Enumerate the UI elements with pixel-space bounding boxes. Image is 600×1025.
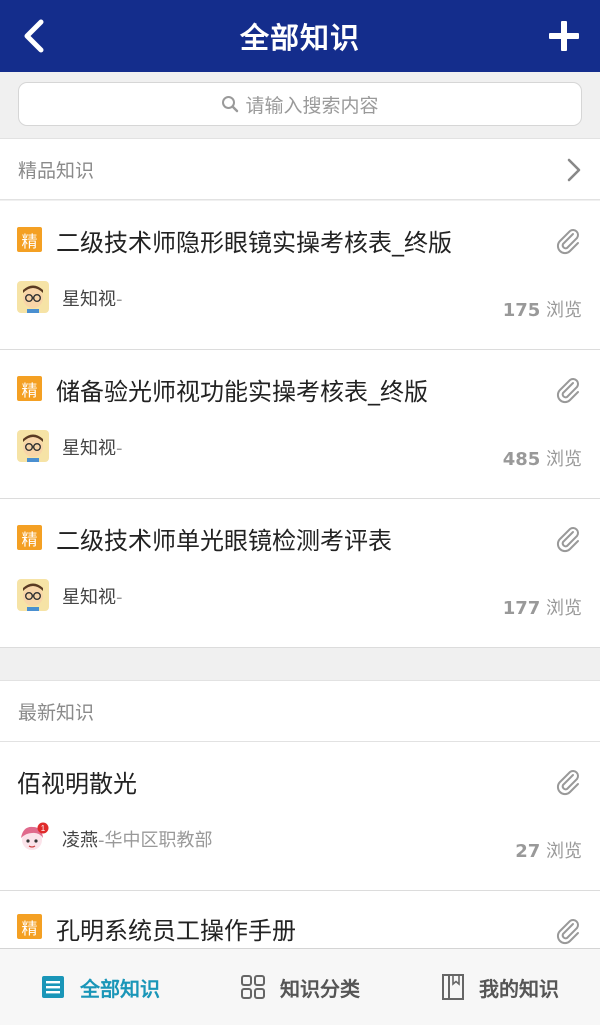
featured-section-label: 精品知识	[18, 159, 95, 182]
featured-badge: 精	[17, 914, 42, 939]
knowledge-list-item[interactable]: 精 孔明系统员工操作手册	[0, 891, 600, 951]
knowledge-list-item[interactable]: 精 二级技术师单光眼镜检测考评表 星知视- 177 浏览	[0, 499, 600, 648]
book-icon	[441, 973, 465, 1001]
knowledge-list-item[interactable]: 精 二级技术师隐形眼镜实操考核表_终版 星知视- 175 浏览	[0, 201, 600, 350]
item-author: 星知视-	[62, 438, 123, 459]
featured-section-header[interactable]: 精品知识	[0, 138, 600, 200]
item-author: 星知视-	[62, 289, 123, 310]
chevron-right-icon	[566, 157, 582, 188]
back-button[interactable]	[14, 14, 54, 58]
featured-badge: 精	[17, 376, 42, 401]
paperclip-icon	[554, 917, 582, 949]
add-button[interactable]	[544, 16, 584, 56]
tab-label: 我的知识	[479, 976, 559, 1001]
item-title: 孔明系统员工操作手册	[56, 917, 296, 945]
bottom-tab-bar: 全部知识 知识分类 我的知识	[0, 948, 600, 1025]
search-input[interactable]: 请输入搜索内容	[18, 82, 582, 126]
tab-all-knowledge[interactable]: 全部知识	[0, 949, 200, 1025]
app-header: 全部知识	[0, 0, 600, 72]
item-title: 二级技术师单光眼镜检测考评表	[56, 527, 392, 555]
avatar: 1	[17, 822, 49, 854]
item-author: 星知视-	[62, 587, 123, 608]
tab-my-knowledge[interactable]: 我的知识	[400, 949, 600, 1025]
item-views: 485 浏览	[502, 449, 582, 470]
chevron-left-icon	[24, 19, 44, 53]
tab-categories[interactable]: 知识分类	[200, 949, 400, 1025]
latest-section-label: 最新知识	[18, 701, 95, 724]
plus-icon	[549, 21, 579, 51]
tab-label: 全部知识	[80, 976, 160, 1001]
page-title: 全部知识	[239, 21, 360, 55]
knowledge-list-item[interactable]: 佰视明散光 1 凌燕-华中区职教部 27 浏览	[0, 742, 600, 891]
item-views: 177 浏览	[502, 598, 582, 619]
item-title: 二级技术师隐形眼镜实操考核表_终版	[56, 229, 452, 257]
avatar	[17, 430, 49, 462]
list-icon	[40, 974, 66, 1000]
featured-badge: 精	[17, 227, 42, 252]
avatar	[17, 281, 49, 313]
item-views: 175 浏览	[502, 300, 582, 321]
latest-section-header: 最新知识	[0, 680, 600, 742]
item-title: 佰视明散光	[17, 770, 137, 798]
paperclip-icon	[554, 376, 582, 408]
item-views: 27 浏览	[515, 841, 582, 862]
paperclip-icon	[554, 768, 582, 800]
item-title: 储备验光师视功能实操考核表_终版	[56, 378, 428, 406]
paperclip-icon	[554, 227, 582, 259]
search-bar: 请输入搜索内容	[0, 72, 600, 138]
item-author: 凌燕-华中区职教部	[62, 830, 213, 851]
search-placeholder: 请输入搜索内容	[245, 94, 379, 117]
paperclip-icon	[554, 525, 582, 557]
knowledge-list-item[interactable]: 精 储备验光师视功能实操考核表_终版 星知视- 485 浏览	[0, 350, 600, 499]
tab-label: 知识分类	[280, 976, 360, 1001]
avatar-notification-count: 1	[41, 824, 46, 833]
featured-badge: 精	[17, 525, 42, 550]
avatar	[17, 579, 49, 611]
search-icon	[221, 95, 239, 113]
grid-icon	[240, 974, 266, 1000]
